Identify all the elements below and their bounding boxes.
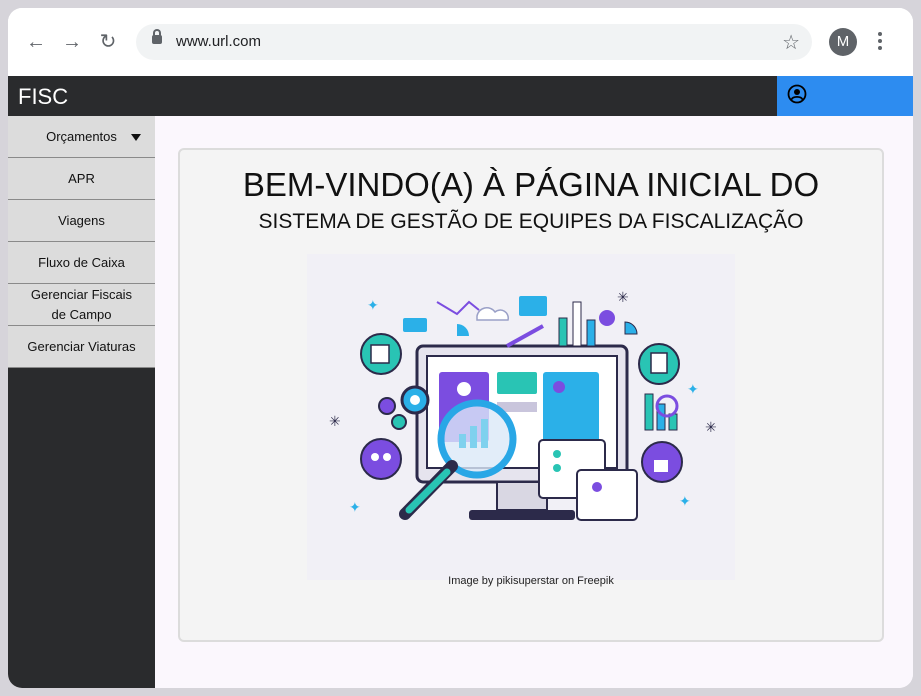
svg-text:✳: ✳: [617, 290, 629, 306]
svg-text:✦: ✦: [349, 500, 361, 516]
svg-text:✳: ✳: [329, 414, 341, 430]
sidebar-item-orcamentos[interactable]: Orçamentos: [8, 116, 155, 158]
sidebar-item-gerenciar-fiscais[interactable]: Gerenciar Fiscais de Campo: [8, 284, 155, 326]
sidebar-item-label: Gerenciar Fiscais de Campo: [30, 286, 133, 322]
page-subtitle: SISTEMA DE GESTÃO DE EQUIPES DA FISCALIZ…: [258, 210, 804, 233]
app-header: FISC: [8, 76, 913, 116]
svg-text:✳: ✳: [705, 420, 717, 436]
sidebar-item-label: APR: [68, 171, 95, 186]
sidebar-item-label: Gerenciar Viaturas: [27, 339, 136, 354]
address-bar[interactable]: www.url.com ☆: [136, 24, 812, 60]
lock-icon: [152, 29, 162, 44]
user-account-icon: [787, 84, 807, 104]
sidebar-item-fluxo-de-caixa[interactable]: Fluxo de Caixa: [8, 242, 155, 284]
sidebar-item-label: Viagens: [58, 213, 105, 228]
svg-text:✦: ✦: [687, 382, 699, 398]
sidebar-item-viagens[interactable]: Viagens: [8, 200, 155, 242]
main-content: BEM-VINDO(A) À PÁGINA INICIAL DO SISTEMA…: [155, 116, 913, 688]
browser-toolbar: ← → ↻ www.url.com ☆ M: [8, 8, 913, 76]
back-arrow-icon[interactable]: ←: [24, 30, 48, 54]
url-text[interactable]: www.url.com: [176, 33, 261, 50]
svg-text:✦: ✦: [367, 298, 379, 314]
dashboard-illustration: ✦ ✳ ✳ ✳ ✦ ✦ ✦: [307, 254, 735, 580]
profile-avatar[interactable]: M: [829, 28, 857, 56]
user-menu-button[interactable]: [777, 76, 913, 116]
forward-arrow-icon[interactable]: →: [60, 30, 84, 54]
svg-text:✦: ✦: [679, 494, 691, 510]
caret-down-icon: [131, 134, 141, 141]
sidebar-item-gerenciar-viaturas[interactable]: Gerenciar Viaturas: [8, 326, 155, 368]
app-brand[interactable]: FISC: [18, 84, 68, 110]
kebab-menu-icon[interactable]: [878, 32, 882, 53]
browser-window: ← → ↻ www.url.com ☆ M FISC Orçamentos AP…: [8, 8, 913, 688]
sidebar: Orçamentos APR Viagens Fluxo de Caixa Ge…: [8, 116, 155, 688]
sidebar-item-apr[interactable]: APR: [8, 158, 155, 200]
reload-icon[interactable]: ↻: [96, 30, 120, 54]
sidebar-item-label: Orçamentos: [46, 129, 117, 144]
welcome-card: BEM-VINDO(A) À PÁGINA INICIAL DO SISTEMA…: [178, 148, 884, 642]
sidebar-item-label: Fluxo de Caixa: [38, 255, 125, 270]
page-title: BEM-VINDO(A) À PÁGINA INICIAL DO: [242, 166, 820, 203]
star-icon[interactable]: ☆: [782, 30, 800, 55]
image-credit: Image by pikisuperstar on Freepik: [448, 575, 614, 587]
